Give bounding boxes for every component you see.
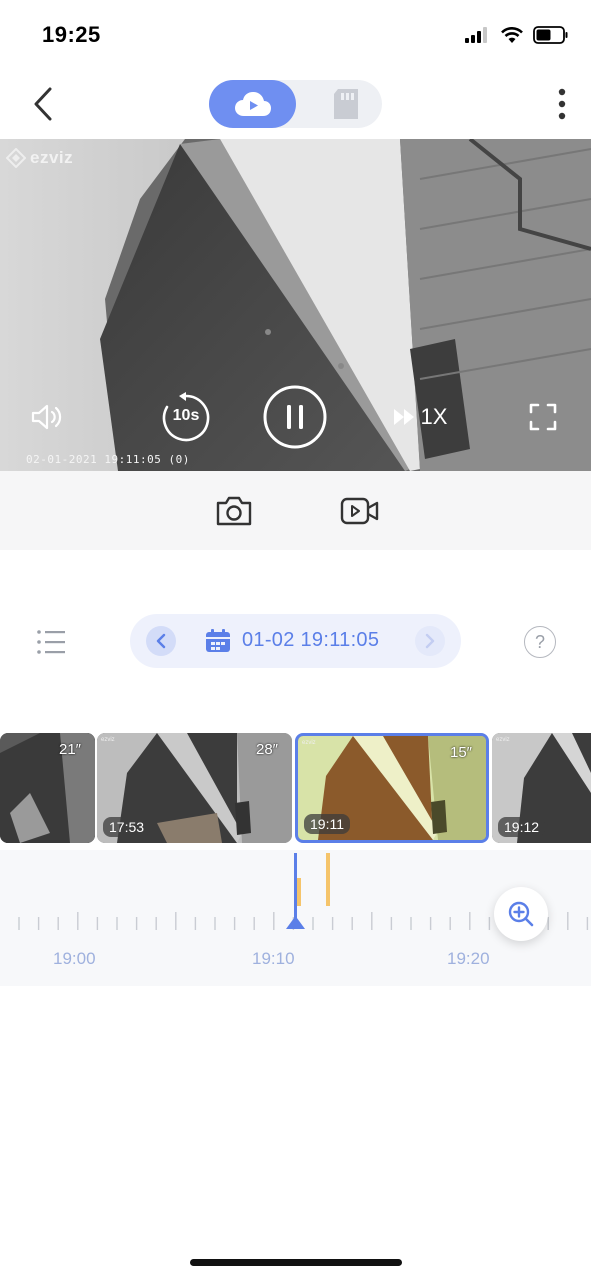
speed-button[interactable]: 1X (390, 401, 450, 433)
date-navigator: 01-02 19:11:05 (130, 614, 461, 668)
next-day-button[interactable] (415, 626, 445, 656)
app-root: 19:25 ezviz 02-01-2021 19:11:05 (0) 10s … (0, 0, 591, 1280)
date-label[interactable]: 01-02 19:11:05 (242, 629, 379, 652)
timeline-label: 19:10 (252, 949, 295, 968)
tools-bar (0, 471, 591, 550)
clip-thumbnail[interactable]: ezviz 28″ 17:53 (97, 733, 292, 843)
status-time: 19:25 (42, 22, 101, 47)
list-icon (37, 630, 65, 654)
zoom-in-icon (508, 901, 534, 927)
pause-button[interactable] (263, 385, 327, 449)
fullscreen-button[interactable] (526, 401, 560, 433)
clip-time: 19:11 (304, 814, 350, 834)
chevron-right-icon (425, 633, 435, 649)
timeline-label: 19:00 (53, 949, 96, 968)
cloud-storage-tab[interactable] (209, 80, 296, 128)
clip-time: 19:12 (498, 817, 546, 837)
snapshot-button[interactable] (214, 491, 254, 531)
chevron-left-icon (34, 87, 52, 121)
clip-duration: 21″ (59, 741, 81, 758)
brand-name: ezviz (30, 148, 74, 167)
help-icon: ? (534, 631, 545, 652)
home-indicator[interactable] (190, 1259, 402, 1266)
storage-toggle (209, 80, 382, 128)
wifi-icon (501, 27, 523, 43)
thumbnail-brand: ezviz (302, 740, 316, 746)
playhead-marker-icon[interactable] (286, 916, 305, 929)
sd-card-tab[interactable] (309, 80, 382, 128)
osd-timestamp: 02-01-2021 19:11:05 (0) (26, 453, 190, 466)
calendar-button[interactable] (205, 629, 231, 653)
timeline[interactable]: 19:00 19:10 19:20 (0, 850, 591, 986)
sd-card-icon (333, 89, 358, 119)
zoom-button[interactable] (494, 887, 548, 941)
list-button[interactable] (36, 628, 66, 656)
more-options-button[interactable] (550, 86, 574, 122)
speed-label: 1X (420, 404, 448, 429)
timeline-label: 19:20 (447, 949, 490, 968)
video-player[interactable]: ezviz 02-01-2021 19:11:05 (0) 10s 1X (0, 139, 591, 471)
clip-time: 17:53 (103, 817, 151, 837)
prev-day-button[interactable] (146, 626, 176, 656)
clip-thumbnail[interactable]: 21″ (0, 733, 95, 843)
record-button[interactable] (338, 491, 382, 531)
signal-icon (465, 27, 487, 43)
thumbnail-brand: ezviz (101, 737, 115, 743)
thumbnail-brand: ezviz (496, 737, 510, 743)
clip-duration: 28″ (256, 741, 278, 758)
help-button[interactable]: ? (524, 626, 556, 658)
video-record-icon (340, 497, 379, 525)
volume-icon (31, 404, 62, 430)
brand-logo: ezviz (6, 148, 73, 168)
playhead-line[interactable] (294, 853, 297, 923)
rewind-10s-button[interactable]: 10s (160, 392, 212, 444)
event-marker[interactable] (297, 878, 301, 906)
chevron-left-icon (156, 633, 166, 649)
pause-icon (263, 385, 327, 449)
calendar-icon (206, 629, 230, 652)
fast-forward-icon (393, 409, 414, 425)
battery-icon (533, 26, 568, 44)
back-button[interactable] (28, 86, 60, 122)
clip-duration: 15″ (450, 744, 472, 761)
ezviz-logo-icon (6, 148, 26, 168)
more-vertical-icon (558, 88, 566, 120)
clip-thumbnail[interactable]: ezviz 19:12 (492, 733, 591, 843)
rewind-label: 10s (172, 407, 200, 424)
fullscreen-icon (529, 403, 557, 431)
volume-button[interactable] (28, 401, 68, 433)
event-marker[interactable] (326, 853, 330, 906)
cloud-play-icon (234, 92, 271, 116)
status-icons (465, 26, 569, 44)
camera-icon (216, 496, 252, 526)
clip-thumbnail-selected[interactable]: ezviz 15″ 19:11 (295, 733, 489, 843)
